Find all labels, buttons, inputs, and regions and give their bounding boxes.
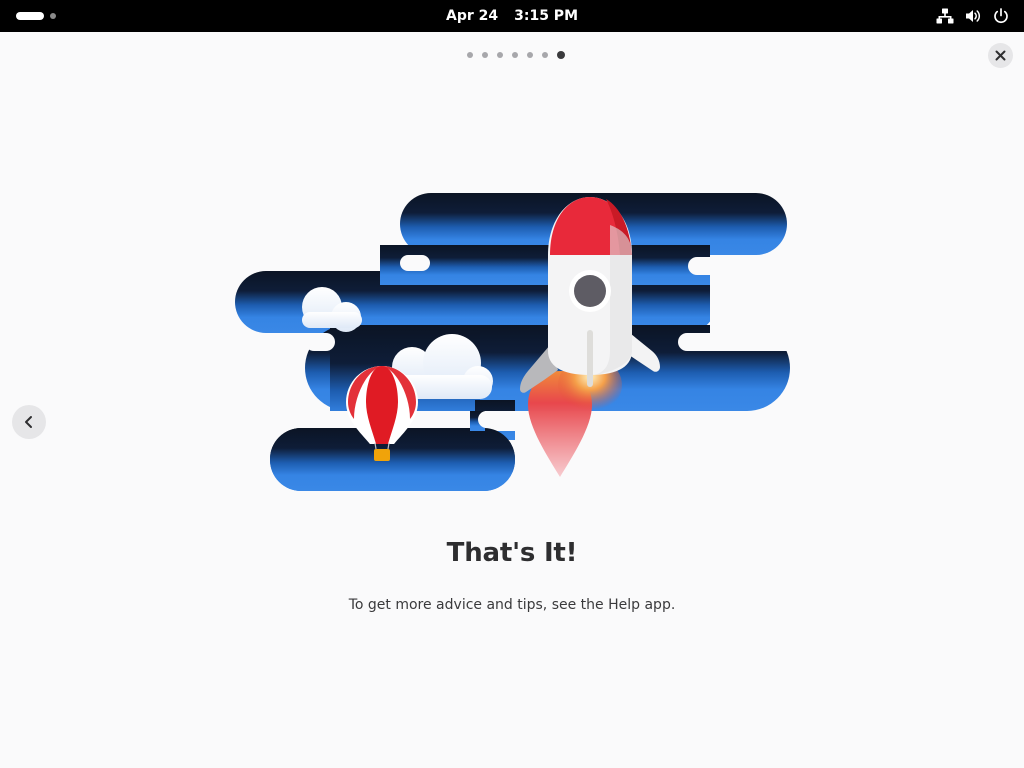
clock-button[interactable]: Apr 24 3:15 PM (0, 0, 1024, 32)
page-dot (557, 51, 565, 59)
page-dot (482, 52, 488, 58)
previous-page-button[interactable] (12, 405, 46, 439)
page-dot (542, 52, 548, 58)
top-bar: Apr 24 3:15 PM (0, 0, 1024, 32)
page-dot (497, 52, 503, 58)
page-dot (467, 52, 473, 58)
time-label: 3:15 PM (514, 8, 578, 24)
close-icon (995, 50, 1006, 61)
page-dot (512, 52, 518, 58)
page-indicator (467, 51, 565, 59)
rocket-launch-illustration (230, 193, 800, 495)
date-label: Apr 24 (445, 8, 499, 24)
page-subtitle: To get more advice and tips, see the Hel… (348, 597, 676, 613)
network-wired-icon (936, 8, 954, 24)
page-title: That's It! (446, 538, 578, 568)
page-dot (527, 52, 533, 58)
close-button[interactable] (988, 43, 1013, 68)
power-icon (994, 8, 1008, 24)
chevron-left-icon (25, 416, 32, 428)
system-tray[interactable] (936, 7, 1010, 25)
volume-icon (966, 10, 981, 22)
